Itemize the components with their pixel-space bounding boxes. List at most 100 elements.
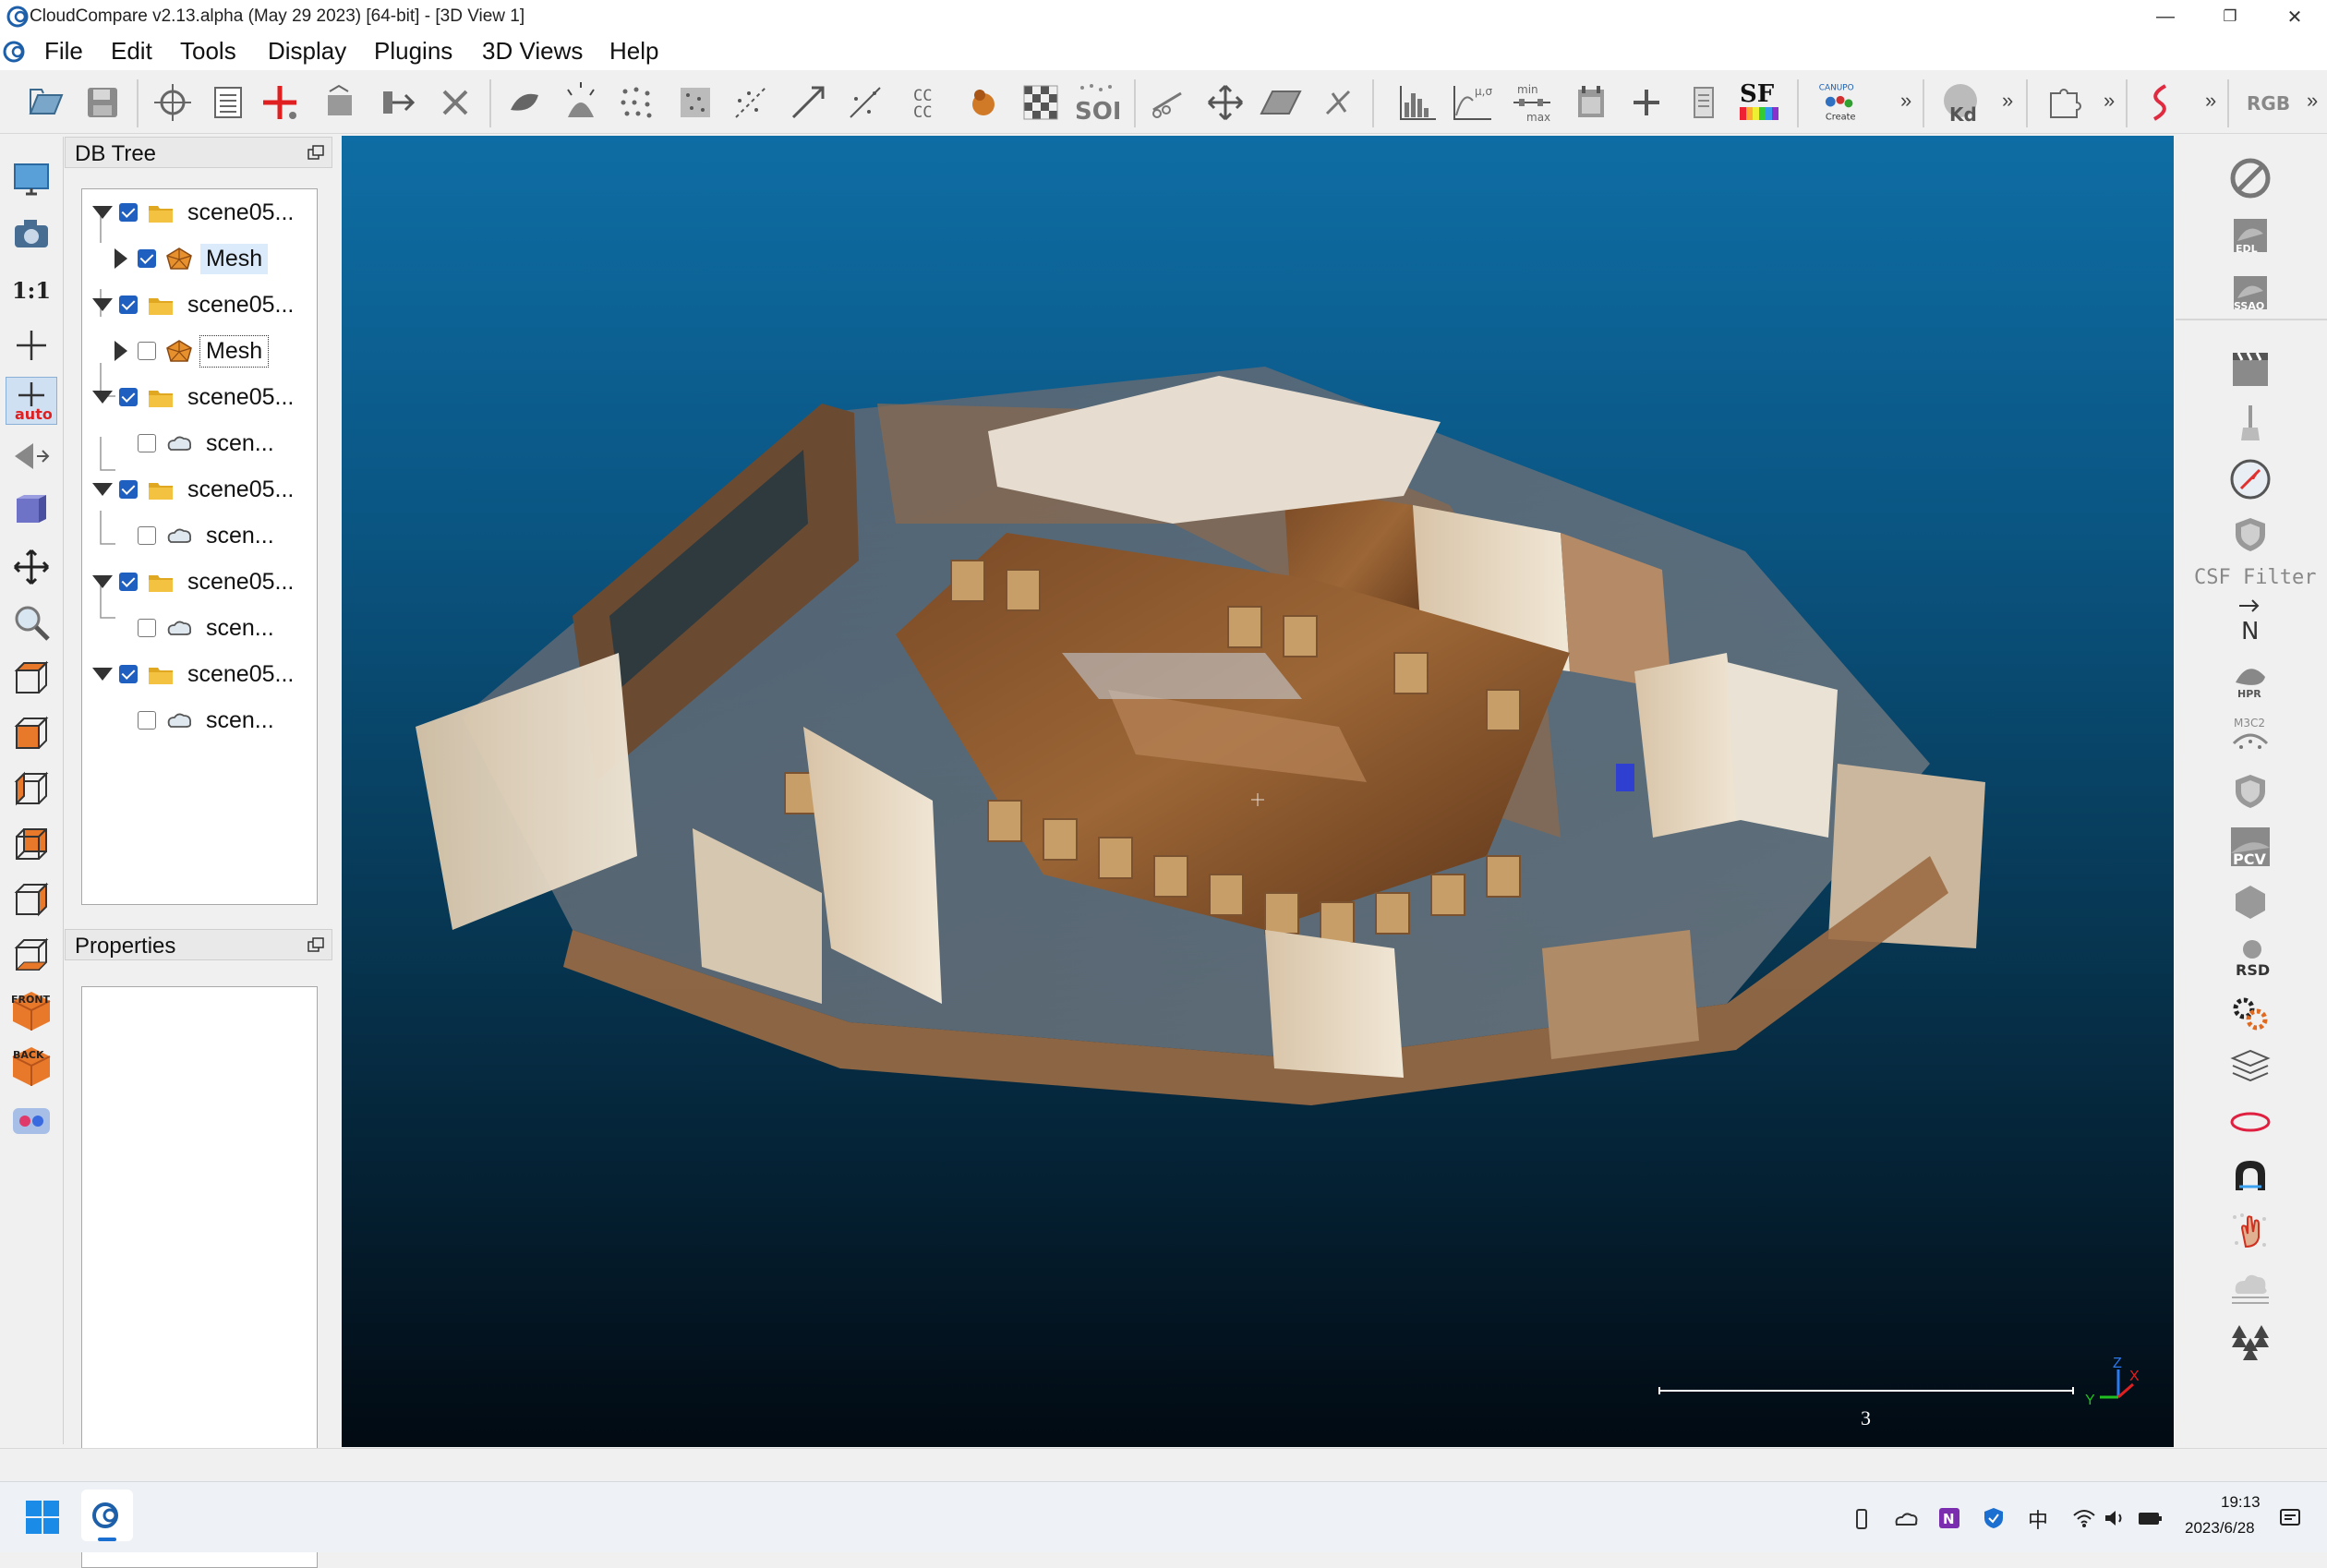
tree-node-mesh[interactable]: Mesh bbox=[108, 333, 313, 368]
tree-node-label[interactable]: Mesh bbox=[200, 243, 269, 274]
tree-node-folder[interactable]: scene05... bbox=[90, 195, 313, 230]
toolbar-overflow-3[interactable]: » bbox=[2104, 89, 2115, 113]
sor-filter-icon[interactable]: SOR bbox=[1073, 79, 1119, 126]
tree-node-cloud[interactable]: scen... bbox=[108, 518, 313, 553]
top-view-icon[interactable] bbox=[6, 654, 57, 702]
tree-node-label[interactable]: scene05... bbox=[182, 290, 299, 320]
hpr-icon[interactable]: HPR bbox=[2224, 655, 2277, 703]
onedrive-icon[interactable] bbox=[1893, 1510, 1919, 1528]
delete-icon[interactable] bbox=[432, 79, 478, 126]
full-screen-icon[interactable] bbox=[6, 155, 57, 203]
gears-icon[interactable] bbox=[2224, 989, 2277, 1037]
hand-pick-icon[interactable] bbox=[2224, 1207, 2277, 1255]
pcv-icon[interactable]: PCV bbox=[2224, 823, 2277, 871]
scalar-field-icon[interactable]: SF bbox=[1736, 79, 1782, 126]
sf-calculator-icon[interactable] bbox=[1568, 79, 1614, 126]
ime-indicator[interactable]: 中 bbox=[2028, 1504, 2048, 1534]
add-point-icon[interactable] bbox=[259, 79, 305, 126]
visibility-checkbox[interactable] bbox=[138, 434, 156, 452]
move-icon[interactable] bbox=[6, 543, 57, 591]
distance-icon[interactable] bbox=[728, 79, 774, 126]
open-file-icon[interactable] bbox=[22, 79, 68, 126]
shield-icon[interactable] bbox=[2224, 511, 2277, 559]
section-icon[interactable] bbox=[2139, 79, 2185, 126]
tree-node-label[interactable]: scen... bbox=[200, 613, 280, 644]
zoom-one-to-one-icon[interactable]: 1:1 bbox=[6, 266, 57, 314]
ellipse-icon[interactable] bbox=[2224, 1098, 2277, 1146]
tree-node-label[interactable]: scen... bbox=[200, 428, 280, 459]
windows-start-icon[interactable] bbox=[26, 1501, 59, 1534]
visibility-checkbox[interactable] bbox=[119, 665, 138, 683]
notification-icon[interactable] bbox=[2279, 1508, 2301, 1528]
menu-plugins[interactable]: Plugins bbox=[374, 37, 452, 66]
visibility-checkbox[interactable] bbox=[138, 342, 156, 360]
rsd-icon[interactable]: RSD bbox=[2224, 934, 2277, 982]
ccc-icon[interactable]: CC CC bbox=[905, 79, 951, 126]
security-shield-icon[interactable] bbox=[1982, 1506, 2006, 1530]
undock-icon[interactable] bbox=[307, 145, 324, 160]
menu-display[interactable]: Display bbox=[268, 37, 346, 66]
undock-icon[interactable] bbox=[307, 937, 324, 952]
toolbar-overflow-2[interactable]: » bbox=[2002, 89, 2013, 113]
normals-icon[interactable] bbox=[558, 79, 604, 126]
collapse-arrow-icon[interactable] bbox=[90, 206, 115, 219]
brush-icon[interactable] bbox=[2224, 400, 2277, 448]
sf-gradient-icon[interactable] bbox=[1681, 79, 1727, 126]
3d-view[interactable]: 3 Z X Y bbox=[342, 136, 2174, 1447]
collapse-arrow-icon[interactable] bbox=[90, 483, 115, 496]
clock-date[interactable]: 2023/6/28 bbox=[2185, 1519, 2255, 1538]
db-tree-view[interactable]: scene05... Mesh scene05... Mesh scene05... sc… bbox=[81, 188, 318, 905]
back-view-icon[interactable] bbox=[6, 820, 57, 868]
menu-3d-views[interactable]: 3D Views bbox=[482, 37, 583, 66]
clone-icon[interactable] bbox=[318, 79, 364, 126]
cloud-distance-icon[interactable] bbox=[842, 79, 888, 126]
list-icon[interactable] bbox=[205, 79, 251, 126]
onenote-icon[interactable]: N bbox=[1937, 1506, 1961, 1530]
histogram-icon[interactable] bbox=[1394, 79, 1441, 126]
toolbar-overflow-4[interactable]: » bbox=[2205, 89, 2216, 113]
filter-by-value-icon[interactable]: min max bbox=[1509, 79, 1555, 126]
density-icon[interactable] bbox=[672, 79, 718, 126]
iso-front-icon[interactable]: FRONT bbox=[6, 986, 57, 1034]
pivot-icon[interactable] bbox=[6, 321, 57, 369]
visibility-checkbox[interactable] bbox=[119, 480, 138, 499]
tree-node-label[interactable]: scene05... bbox=[182, 382, 299, 413]
collapse-arrow-icon[interactable] bbox=[90, 668, 115, 681]
translate-rotate-icon[interactable] bbox=[1202, 79, 1248, 126]
tree-node-folder[interactable]: scene05... bbox=[90, 380, 313, 415]
compass-icon[interactable] bbox=[2224, 455, 2277, 503]
add-sf-icon[interactable] bbox=[1623, 79, 1670, 126]
front-view-icon[interactable] bbox=[6, 709, 57, 757]
canupo-create-icon[interactable]: CANUPO Create bbox=[1817, 79, 1863, 126]
visibility-checkbox[interactable] bbox=[119, 296, 138, 314]
subsample-icon[interactable] bbox=[613, 79, 659, 126]
expand-arrow-icon[interactable] bbox=[108, 248, 134, 269]
iso-back-icon[interactable]: BACK bbox=[6, 1042, 57, 1090]
collapse-arrow-icon[interactable] bbox=[90, 391, 115, 404]
tree-node-label[interactable]: scen... bbox=[200, 706, 280, 736]
toolbar-overflow-1[interactable]: » bbox=[1900, 89, 1911, 113]
visibility-checkbox[interactable] bbox=[138, 526, 156, 545]
usb-icon[interactable] bbox=[1852, 1508, 1871, 1530]
plane-fit-icon[interactable] bbox=[1258, 79, 1304, 126]
checkerboard-icon[interactable] bbox=[1018, 79, 1064, 126]
trees-icon[interactable] bbox=[2224, 1320, 2277, 1368]
global-shift-icon[interactable] bbox=[150, 79, 196, 126]
visibility-checkbox[interactable] bbox=[119, 573, 138, 591]
left-view-icon[interactable] bbox=[6, 765, 57, 813]
visibility-checkbox[interactable] bbox=[138, 249, 156, 268]
merge-icon[interactable] bbox=[377, 79, 423, 126]
tree-node-label[interactable]: scene05... bbox=[182, 475, 299, 505]
view-mode-icon[interactable] bbox=[6, 488, 57, 536]
tree-node-folder[interactable]: scene05... bbox=[90, 287, 313, 322]
tree-node-cloud[interactable]: scen... bbox=[108, 426, 313, 461]
plugin-puzzle-icon[interactable] bbox=[2043, 79, 2089, 126]
right-view-icon[interactable] bbox=[6, 875, 57, 923]
visibility-checkbox[interactable] bbox=[138, 619, 156, 637]
ssao-shader-icon[interactable]: SSAO bbox=[2224, 269, 2277, 317]
rgb-icon[interactable]: RGB bbox=[2242, 79, 2299, 126]
layers-icon[interactable] bbox=[2224, 1043, 2277, 1091]
tree-node-cloud[interactable]: scen... bbox=[108, 610, 313, 645]
menu-help[interactable]: Help bbox=[609, 37, 658, 66]
statistics-icon[interactable]: μ,σ bbox=[1450, 79, 1496, 126]
